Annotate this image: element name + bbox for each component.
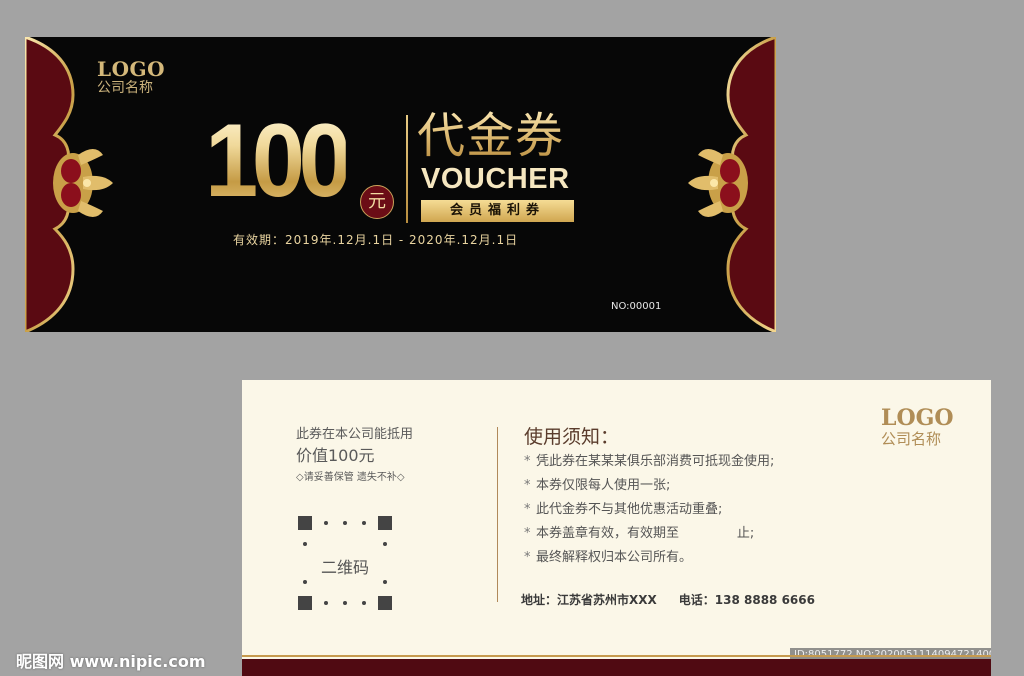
- left-flourish-icon: [53, 149, 113, 217]
- keep-note: ◇请妥善保管 遗失不补◇: [296, 472, 405, 483]
- company-logo-back: LOGO 公司名称: [881, 406, 954, 448]
- logo-text: LOGO: [97, 57, 165, 81]
- voucher-back: 此券在本公司能抵用 价值100元 ◇请妥善保管 遗失不补◇ 二维码 使用须知： …: [242, 380, 991, 676]
- contact-info: 地址：江苏省苏州市XXX 电话：138 8888 6666: [521, 591, 815, 608]
- title-divider: [406, 115, 408, 223]
- rule-item: * 此代金券不与其他优惠活动重叠;: [524, 502, 723, 517]
- logo-text: LOGO: [881, 405, 954, 431]
- maroon-band: [242, 659, 991, 676]
- serial-number: NO:00001: [611, 301, 662, 312]
- currency-unit-badge: 元: [360, 185, 394, 219]
- rules-title: 使用须知：: [524, 426, 620, 448]
- site-watermark: 昵图网 www.nipic.com: [16, 652, 206, 671]
- company-logo: LOGO 公司名称: [97, 58, 165, 96]
- voucher-title-en: VOUCHER: [421, 163, 570, 195]
- value-line: 价值100元: [296, 446, 375, 465]
- voucher-title-cn: 代金券: [417, 108, 565, 164]
- rule-item: * 本券仅限每人使用一张;: [524, 478, 671, 493]
- rule-item: * 凭此券在某某某俱乐部消费可抵现金使用;: [524, 454, 775, 469]
- right-flourish-icon: [688, 149, 748, 217]
- vertical-divider: [497, 427, 498, 602]
- value-info: 此券在本公司能抵用 价值100元 ◇请妥善保管 遗失不补◇: [296, 427, 413, 485]
- qr-code-label: 二维码: [320, 558, 369, 577]
- address: 地址：江苏省苏州市XXX: [521, 593, 657, 607]
- member-benefit-label: 会员福利券: [421, 200, 574, 222]
- qr-code-placeholder: 二维码: [298, 516, 392, 610]
- voucher-amount: 100: [205, 103, 352, 219]
- usage-rules: 使用须知： * 凭此券在某某某俱乐部消费可抵现金使用; * 本券仅限每人使用一张; …: [524, 424, 774, 570]
- gold-stripe: [242, 655, 991, 657]
- validity-period: 有效期：2019年.12月.1日 - 2020年.12月.1日: [233, 233, 519, 247]
- phone: 电话：138 8888 6666: [678, 593, 815, 607]
- company-name: 公司名称: [97, 80, 153, 96]
- rule-item: * 最终解释权归本公司所有。: [524, 550, 693, 565]
- company-name: 公司名称: [881, 430, 942, 448]
- voucher-front: LOGO 公司名称 100 元 代金券 VOUCHER 会员福利券 有效期：20…: [25, 37, 776, 332]
- rule-item: * 本券盖章有效，有效期至 止;: [524, 526, 755, 541]
- usage-line: 此券在本公司能抵用: [296, 427, 414, 442]
